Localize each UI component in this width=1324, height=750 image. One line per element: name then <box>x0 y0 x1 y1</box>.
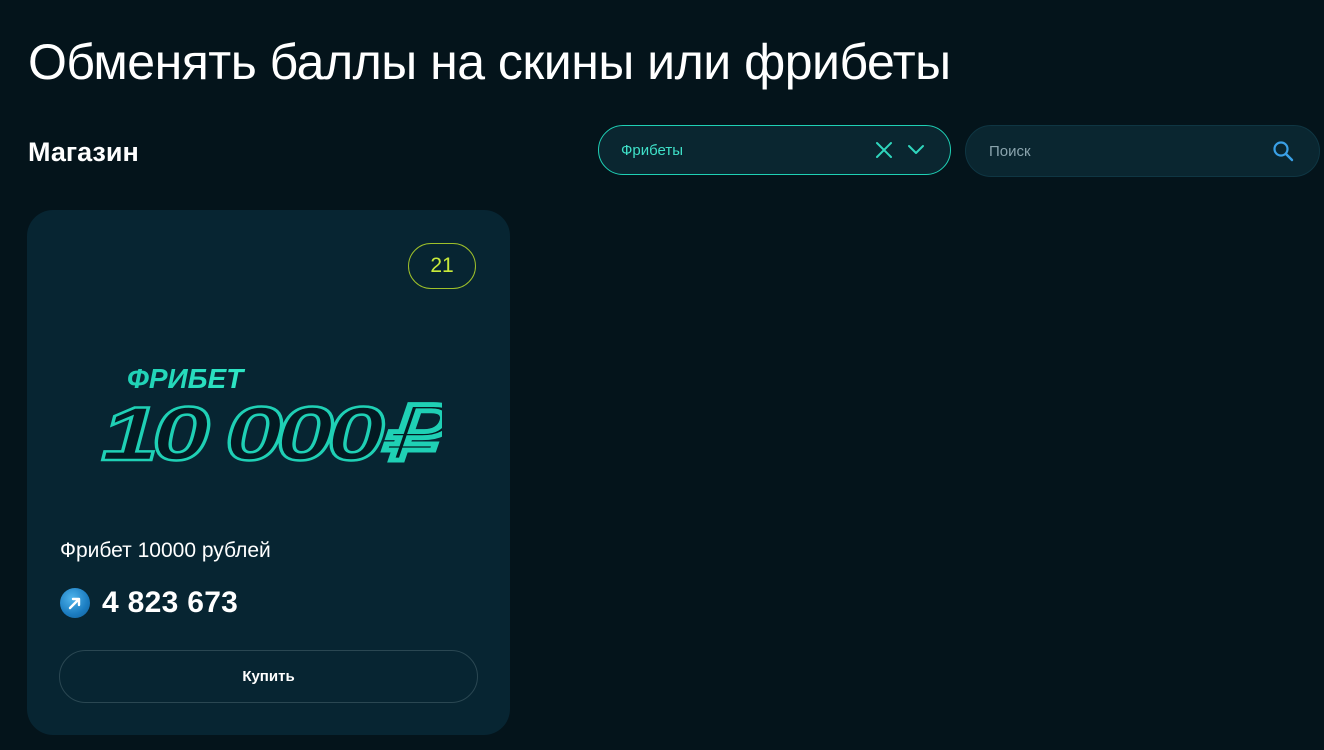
arrow-coin-icon <box>60 588 90 618</box>
close-icon[interactable] <box>872 138 896 162</box>
stock-count-badge: 21 <box>408 243 476 289</box>
price-row: 4 823 673 <box>60 586 238 620</box>
buy-button[interactable]: Купить <box>59 650 478 703</box>
search-input[interactable] <box>987 141 1271 161</box>
search-icon[interactable] <box>1271 139 1295 163</box>
product-name: Фрибет 10000 рублей <box>60 539 271 562</box>
product-card[interactable]: 21 ФРИБЕТ 10 000₽ Фрибет 10000 рублей 4 … <box>27 210 510 735</box>
chevron-down-icon[interactable] <box>904 138 928 162</box>
category-filter-select[interactable]: Фрибеты <box>598 125 951 175</box>
filter-selected-value: Фрибеты <box>621 141 684 159</box>
product-image-label-top: ФРИБЕТ <box>127 363 246 394</box>
product-price: 4 823 673 <box>102 586 239 619</box>
page-title: Обменять баллы на скины или фрибеты <box>28 34 951 90</box>
product-image-label-main: 10 000₽ <box>101 392 442 470</box>
shop-section-title: Магазин <box>28 137 139 167</box>
search-box <box>965 125 1320 177</box>
product-image: ФРИБЕТ 10 000₽ <box>97 360 465 478</box>
